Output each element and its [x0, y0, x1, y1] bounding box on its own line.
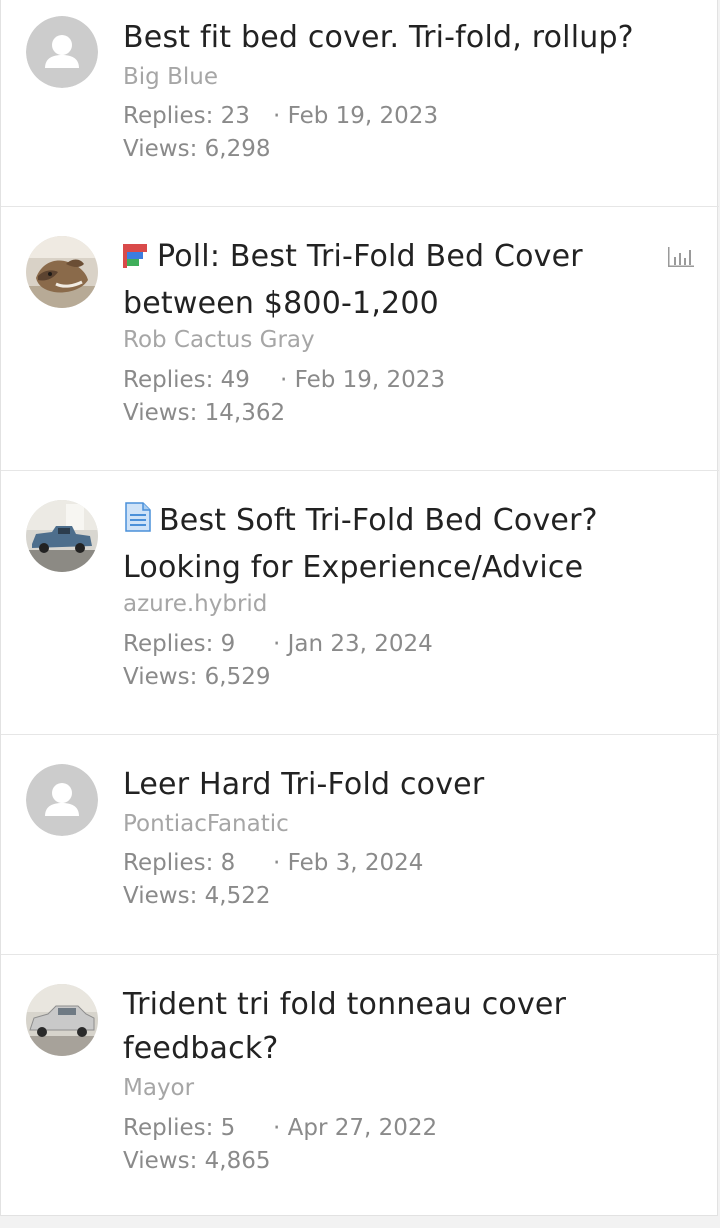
- thread-title[interactable]: Best Soft Tri-Fold Bed Cover? Looking fo…: [123, 499, 663, 590]
- thread-list: Best fit bed cover. Tri-fold, rollup? Bi…: [0, 0, 719, 1216]
- thread-author[interactable]: Rob Cactus Gray: [123, 325, 315, 355]
- thread-meta: Replies: 49 · Feb 19, 2023 Views: 14,362: [123, 364, 445, 430]
- thread-date: · Jan 23, 2024: [273, 631, 433, 657]
- thread-title[interactable]: Poll: Best Tri-Fold Bed Cover between $8…: [123, 235, 663, 326]
- view-count: Views: 6,298: [123, 136, 271, 162]
- thread-meta: Replies: 8 · Feb 3, 2024 Views: 4,522: [123, 847, 423, 913]
- thread-title[interactable]: Leer Hard Tri-Fold cover: [123, 763, 663, 807]
- car-photo: [26, 984, 98, 1056]
- avatar[interactable]: [26, 236, 98, 308]
- thread-meta: Replies: 23 · Feb 19, 2023 Views: 6,298: [123, 100, 438, 166]
- avatar[interactable]: [26, 984, 98, 1056]
- avatar[interactable]: [26, 500, 98, 572]
- thread-item[interactable]: Best Soft Tri-Fold Bed Cover? Looking fo…: [1, 471, 719, 735]
- thread-meta: Replies: 5 · Apr 27, 2022 Views: 4,865: [123, 1112, 437, 1178]
- document-icon: [123, 501, 153, 546]
- truck-photo: [26, 500, 98, 572]
- thread-meta: Replies: 9 · Jan 23, 2024 Views: 6,529: [123, 628, 433, 694]
- reply-count: Replies: 49: [123, 367, 250, 393]
- dog-photo: [26, 236, 98, 308]
- view-count: Views: 4,865: [123, 1148, 271, 1174]
- thread-title[interactable]: Trident tri fold tonneau cover feedback?: [123, 983, 663, 1071]
- thread-date: · Feb 3, 2024: [273, 850, 424, 876]
- thread-prefix: Poll:: [157, 239, 221, 274]
- thread-item[interactable]: Leer Hard Tri-Fold cover PontiacFanatic …: [1, 735, 719, 955]
- thread-item[interactable]: Best fit bed cover. Tri-fold, rollup? Bi…: [1, 0, 719, 207]
- bar-chart-icon: [667, 246, 695, 272]
- reply-count: Replies: 23: [123, 103, 250, 129]
- thread-author[interactable]: Mayor: [123, 1073, 194, 1103]
- view-count: Views: 4,522: [123, 883, 271, 909]
- poll-flag-icon: [123, 238, 151, 282]
- thread-author[interactable]: Big Blue: [123, 62, 218, 92]
- reply-count: Replies: 5: [123, 1115, 236, 1141]
- thread-date: · Apr 27, 2022: [273, 1115, 438, 1141]
- thread-date: · Feb 19, 2023: [280, 367, 446, 393]
- thread-title[interactable]: Best fit bed cover. Tri-fold, rollup?: [123, 16, 663, 60]
- thread-item[interactable]: Trident tri fold tonneau cover feedback?…: [1, 955, 719, 1216]
- avatar[interactable]: [26, 16, 98, 88]
- default-user-icon: [26, 764, 98, 836]
- avatar[interactable]: [26, 764, 98, 836]
- reply-count: Replies: 8: [123, 850, 236, 876]
- thread-date: · Feb 19, 2023: [273, 103, 439, 129]
- view-count: Views: 6,529: [123, 664, 271, 690]
- thread-item[interactable]: Poll: Best Tri-Fold Bed Cover between $8…: [1, 207, 719, 471]
- thread-author[interactable]: azure.hybrid: [123, 589, 267, 619]
- view-count: Views: 14,362: [123, 400, 286, 426]
- reply-count: Replies: 9: [123, 631, 236, 657]
- thread-author[interactable]: PontiacFanatic: [123, 809, 289, 839]
- default-user-icon: [26, 16, 98, 88]
